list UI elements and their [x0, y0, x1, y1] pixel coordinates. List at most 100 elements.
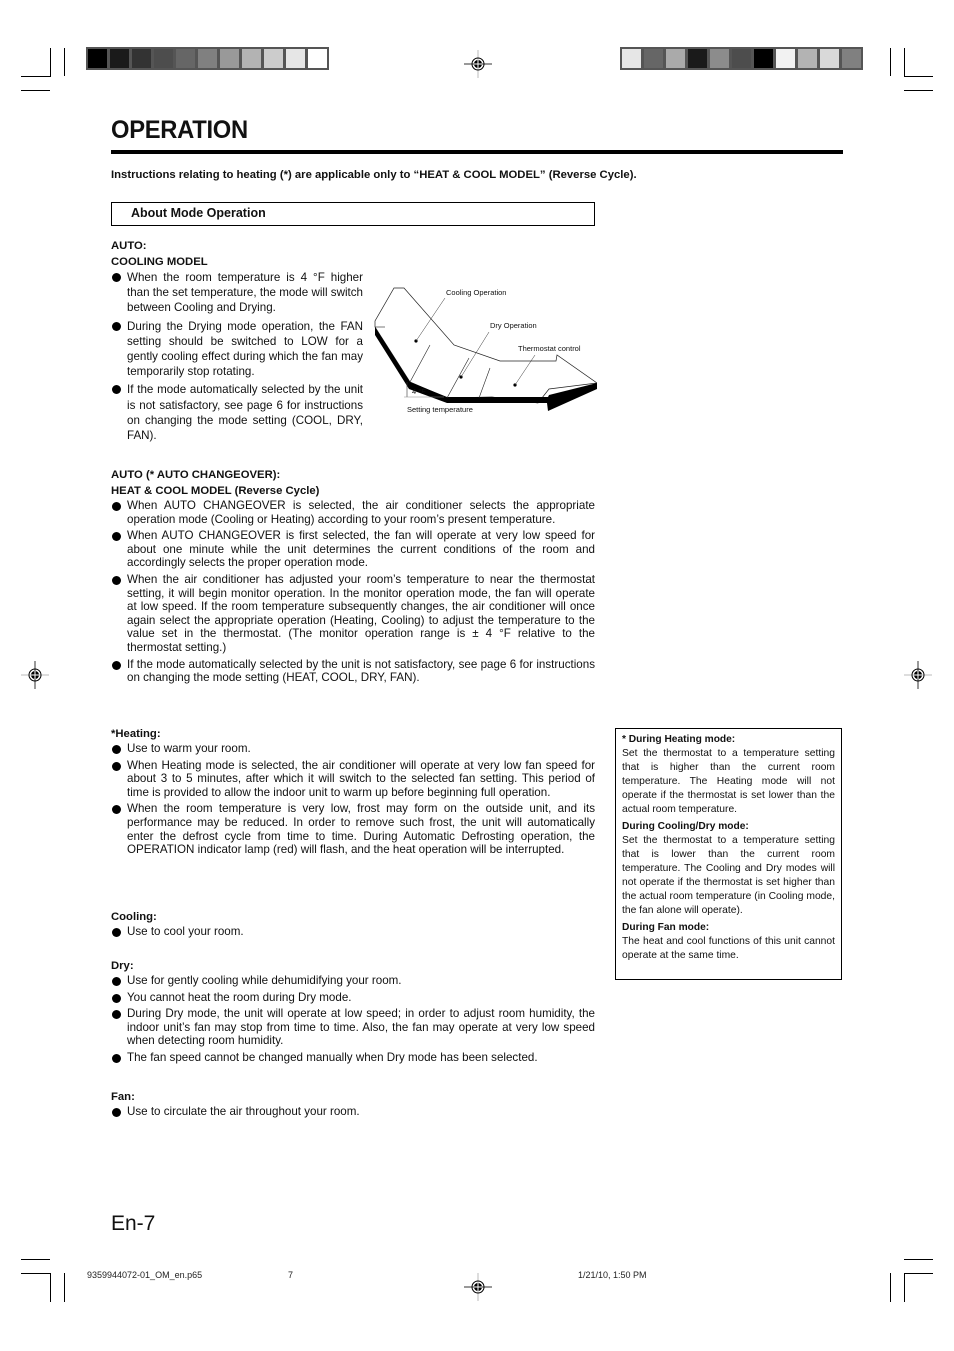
color-calibration-bar-left: [86, 47, 329, 70]
cooling-list: Use to cool your room.: [111, 925, 595, 939]
crop-mark: [890, 48, 891, 76]
crop-mark: [890, 1273, 891, 1302]
page-number: En-7: [111, 1212, 156, 1235]
crop-mark: [50, 48, 51, 76]
crop-mark: [21, 1273, 50, 1274]
auto-changeover-section: AUTO (* AUTO CHANGEOVER): HEAT & COOL MO…: [111, 467, 595, 688]
note-heating-text: Set the thermostat to a temperature sett…: [622, 748, 835, 815]
label-dry-operation: Dry Operation: [490, 321, 537, 330]
section-header-box: About Mode Operation: [111, 202, 595, 226]
note-fan-heading: During Fan mode:: [622, 922, 710, 933]
color-swatch: [132, 49, 151, 68]
label-cooling-operation: Cooling Operation: [446, 288, 506, 297]
list-item: If the mode automatically selected by th…: [111, 658, 595, 685]
color-swatch: [88, 49, 107, 68]
color-swatch: [842, 49, 861, 68]
color-swatch: [732, 49, 751, 68]
note-cooling-text: Set the thermostat to a temperature sett…: [622, 835, 835, 916]
auto-changeover-list: When AUTO CHANGEOVER is selected, the ai…: [111, 499, 595, 685]
label-thermostat-control: Thermostat control: [518, 344, 581, 353]
color-swatch: [242, 49, 261, 68]
auto-cooling-section: AUTO: COOLING MODEL When the room temper…: [111, 238, 363, 446]
label-4f: 4 °F: [412, 387, 426, 396]
footer-filename: 9359944072-01_OM_en.p65: [87, 1270, 203, 1280]
list-item: Use to warm your room.: [111, 742, 595, 756]
registration-mark-icon: [464, 1273, 492, 1301]
color-swatch: [264, 49, 283, 68]
crop-mark: [64, 1273, 65, 1302]
list-item: The fan speed cannot be changed manually…: [111, 1051, 595, 1065]
color-swatch: [198, 49, 217, 68]
color-swatch: [220, 49, 239, 68]
heating-list: Use to warm your room. When Heating mode…: [111, 742, 595, 857]
color-swatch: [308, 49, 327, 68]
crop-mark: [904, 1259, 933, 1260]
list-item: When the air conditioner has adjusted yo…: [111, 573, 595, 655]
label-setting-temperature: Setting temperature: [407, 405, 473, 414]
list-item: During the Drying mode operation, the FA…: [111, 319, 363, 380]
fan-heading: Fan:: [111, 1091, 135, 1103]
list-item: When AUTO CHANGEOVER is first selected, …: [111, 529, 595, 570]
list-item: When Heating mode is selected, the air c…: [111, 759, 595, 800]
color-swatch: [688, 49, 707, 68]
color-swatch: [666, 49, 685, 68]
dry-list: Use for gently cooling while dehumidifyi…: [111, 974, 595, 1065]
heating-heading: *Heating:: [111, 728, 161, 740]
thermostat-note-box: * During Heating mode: Set the thermosta…: [615, 728, 842, 980]
color-swatch: [754, 49, 773, 68]
footer-page: 7: [288, 1270, 294, 1280]
heating-section: *Heating: Use to warm your room. When He…: [111, 726, 595, 860]
crop-mark: [21, 76, 51, 77]
list-item: Use for gently cooling while dehumidifyi…: [111, 974, 595, 988]
color-swatch: [154, 49, 173, 68]
cooling-heading: Cooling:: [111, 911, 157, 923]
list-item: Use to circulate the air throughout your…: [111, 1105, 595, 1119]
list-item: When the room temperature is 4 °F higher…: [111, 270, 363, 316]
cooling-model-heading: COOLING MODEL: [111, 256, 208, 268]
color-swatch: [820, 49, 839, 68]
intro-text: Instructions relating to heating (*) are…: [111, 169, 637, 181]
footer-timestamp: 1/21/10, 1:50 PM: [578, 1270, 647, 1280]
crop-mark: [64, 48, 65, 76]
color-swatch: [110, 49, 129, 68]
list-item: If the mode automatically selected by th…: [111, 382, 363, 443]
auto-cooling-list: When the room temperature is 4 °F higher…: [111, 270, 363, 443]
color-swatch: [798, 49, 817, 68]
color-swatch: [776, 49, 795, 68]
note-heating-heading: * During Heating mode:: [622, 734, 736, 745]
dry-section: Dry: Use for gently cooling while dehumi…: [111, 958, 595, 1068]
crop-mark: [904, 1273, 905, 1302]
color-calibration-bar-right: [620, 47, 863, 70]
registration-mark-icon: [21, 661, 49, 689]
crop-mark: [21, 90, 50, 91]
fan-section: Fan: Use to circulate the air throughout…: [111, 1089, 595, 1122]
fan-list: Use to circulate the air throughout your…: [111, 1105, 595, 1119]
auto-changeover-heading: AUTO (* AUTO CHANGEOVER):: [111, 469, 281, 481]
crop-mark: [904, 76, 933, 77]
title-rule: [111, 150, 843, 154]
list-item: Use to cool your room.: [111, 925, 595, 939]
crop-mark: [904, 90, 933, 91]
crop-mark: [21, 1259, 50, 1260]
list-item: When AUTO CHANGEOVER is selected, the ai…: [111, 499, 595, 526]
list-item: You cannot heat the room during Dry mode…: [111, 991, 595, 1005]
color-swatch: [710, 49, 729, 68]
color-swatch: [286, 49, 305, 68]
list-item: During Dry mode, the unit will operate a…: [111, 1007, 595, 1048]
color-swatch: [622, 49, 641, 68]
crop-mark: [904, 1273, 933, 1274]
heat-cool-model-heading: HEAT & COOL MODEL (Reverse Cycle): [111, 485, 320, 497]
registration-mark-icon: [464, 50, 492, 78]
page-title: OPERATION: [111, 116, 248, 144]
list-item: When the room temperature is very low, f…: [111, 802, 595, 856]
crop-mark: [50, 1273, 51, 1302]
color-swatch: [644, 49, 663, 68]
note-cooling-heading: During Cooling/Dry mode:: [622, 821, 749, 832]
dry-heading: Dry:: [111, 960, 134, 972]
registration-mark-icon: [904, 661, 932, 689]
section-title: About Mode Operation: [131, 206, 266, 220]
crop-mark: [904, 48, 905, 77]
color-swatch: [176, 49, 195, 68]
mode-diagram: Cooling Operation Dry Operation Thermost…: [374, 287, 597, 414]
note-fan-text: The heat and cool functions of this unit…: [622, 936, 835, 961]
